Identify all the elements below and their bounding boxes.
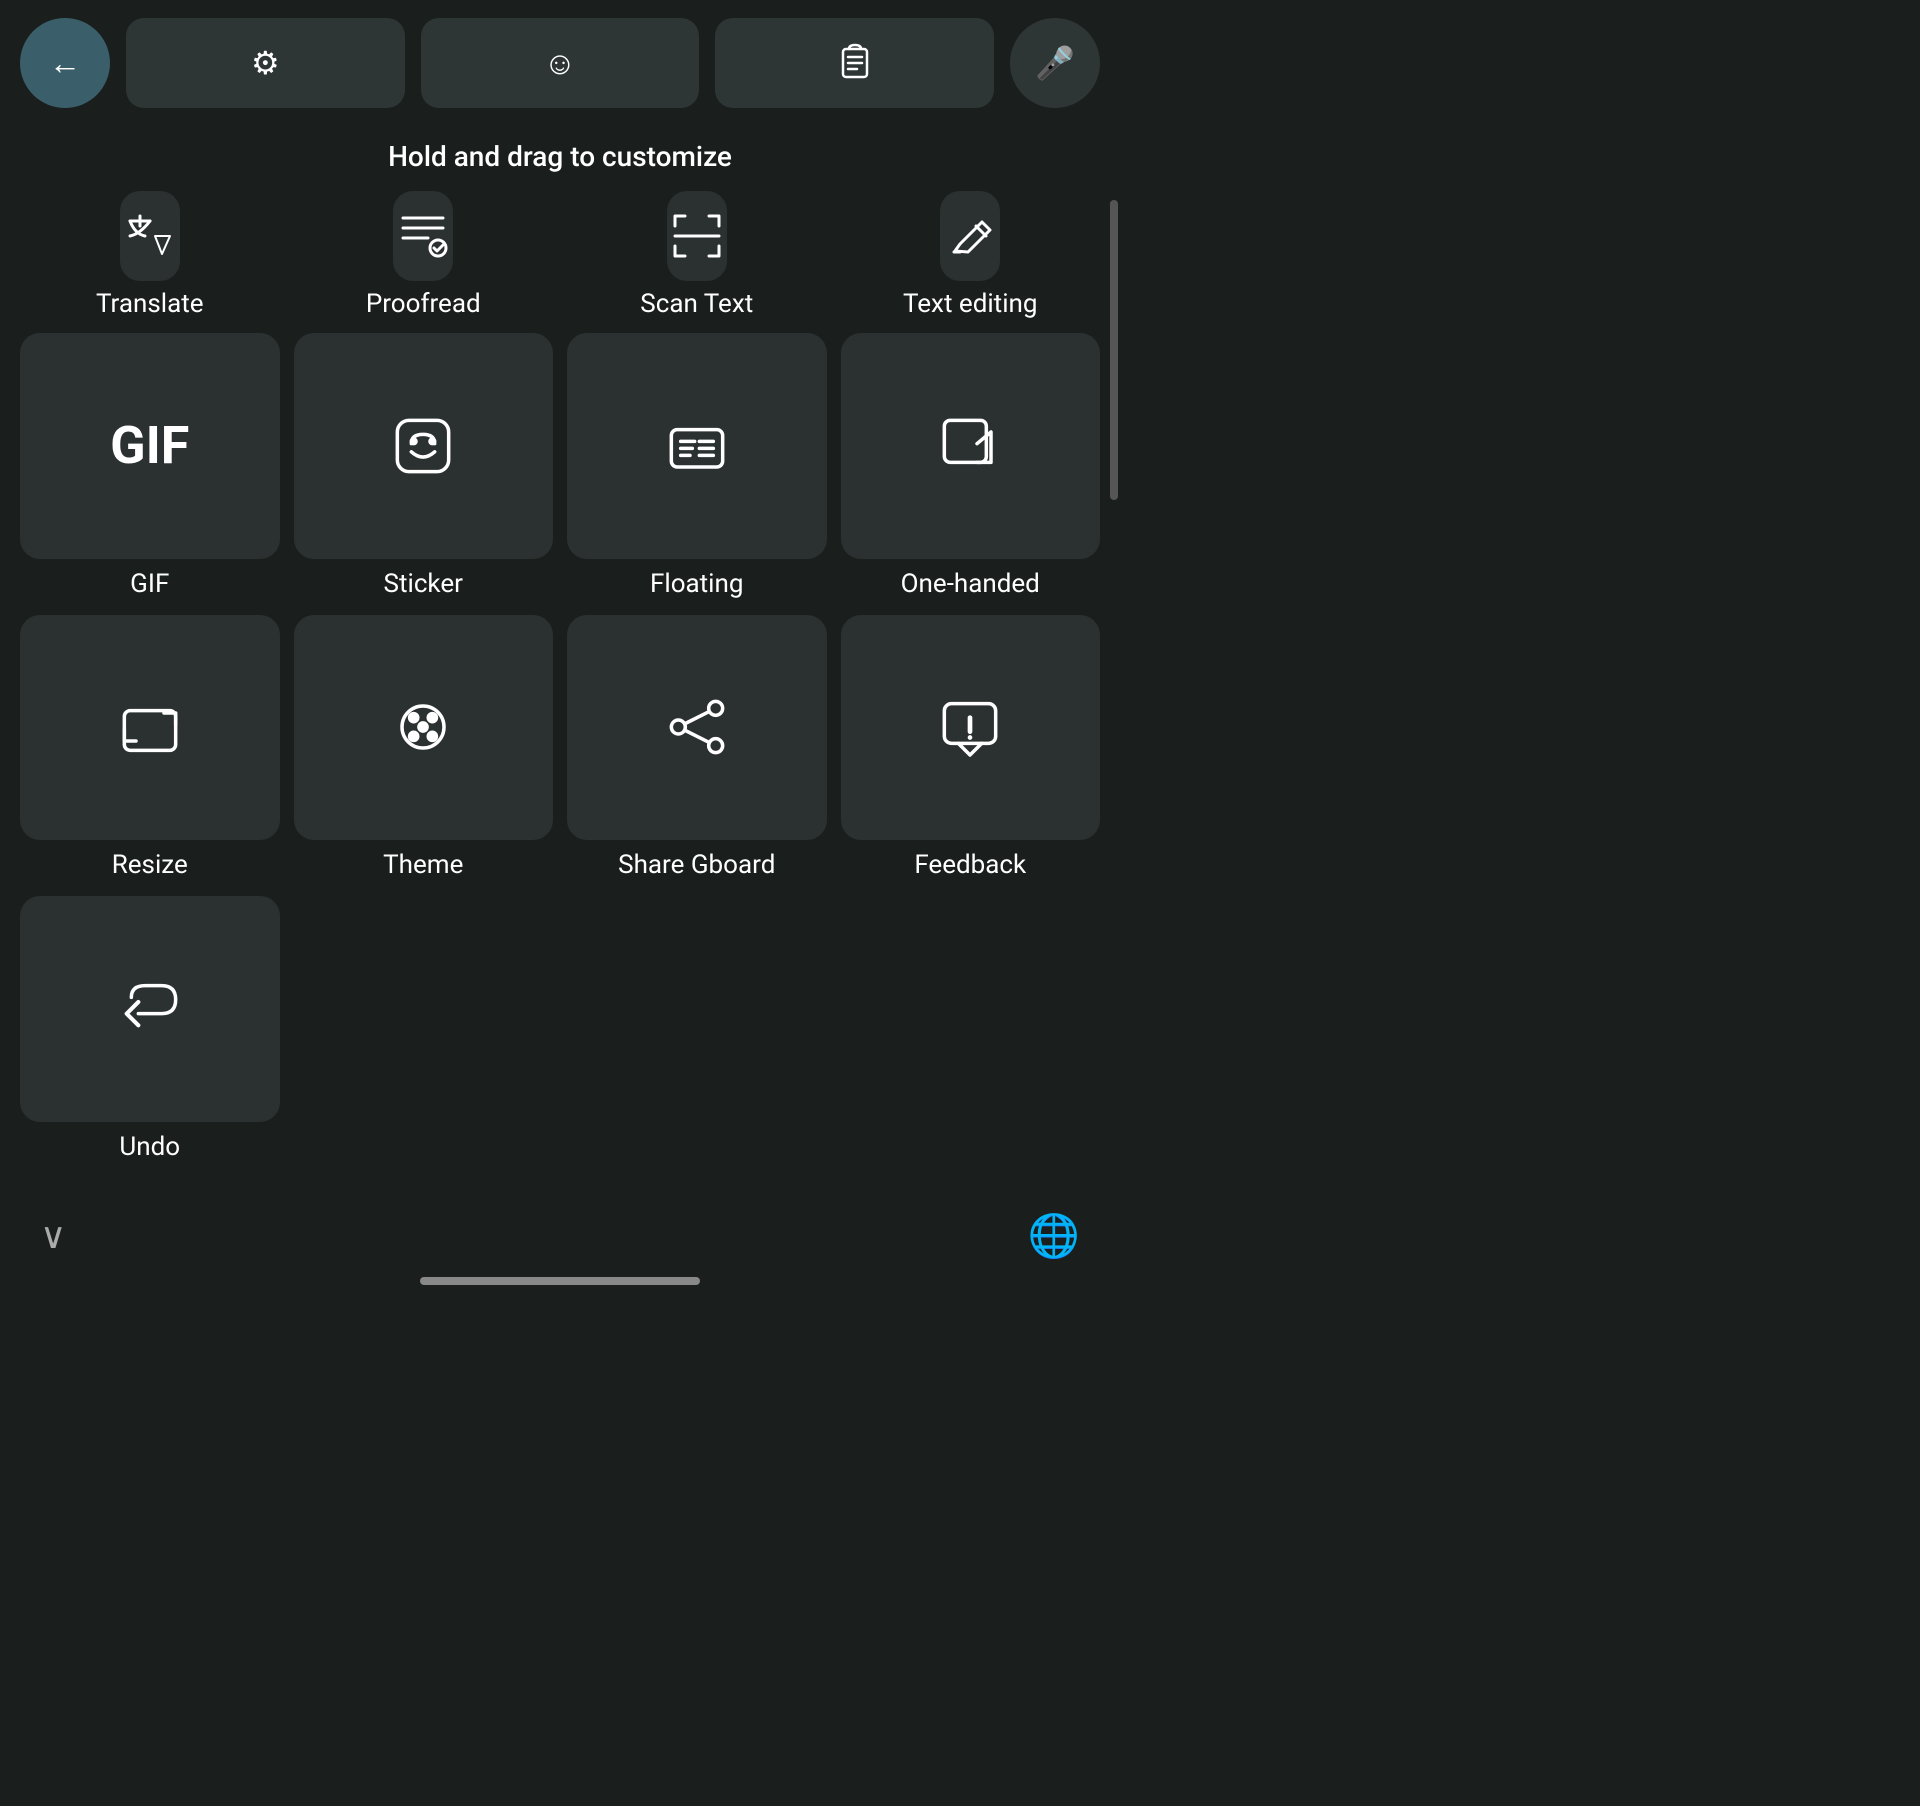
theme-icon [388,692,458,762]
floating-icon [662,411,732,481]
grid-item-translate[interactable]: Translate [20,191,280,325]
one-handed-label: One-handed [901,569,1040,599]
gif-icon: GIF [110,415,189,476]
grid-item-scan-text[interactable]: Scan Text [567,191,827,325]
share-gboard-icon-box [567,615,827,841]
hint-text: Hold and drag to customize [0,126,1120,191]
sticker-icon [388,411,458,481]
mic-icon: 🎤 [1035,44,1075,82]
grid-item-text-editing[interactable]: Text editing [841,191,1101,325]
clipboard-button[interactable] [715,18,994,108]
home-indicator [420,1277,700,1285]
scrollbar-thumb [1110,200,1118,500]
proofread-label: Proofread [366,289,481,325]
resize-icon-box [20,615,280,841]
scan-text-icon [667,206,727,266]
partial-row: Translate Proofread [0,191,1120,325]
one-handed-icon-box [841,333,1101,559]
floating-label: Floating [650,569,743,599]
scrollbar[interactable] [1108,0,1120,1285]
scan-text-label: Scan Text [640,289,753,325]
grid-item-share-gboard[interactable]: Share Gboard [567,615,827,881]
grid-item-feedback[interactable]: Feedback [841,615,1101,881]
settings-icon: ⚙ [251,44,280,82]
proofread-icon-box [393,191,453,281]
emoji-button[interactable]: ☺ [421,18,700,108]
sticker-icon-box [294,333,554,559]
undo-icon [115,974,185,1044]
share-gboard-label: Share Gboard [618,850,775,880]
translate-label: Translate [96,289,204,325]
grid-item-sticker[interactable]: Sticker [294,333,554,599]
feedback-icon-box [841,615,1101,841]
feedback-icon [935,692,1005,762]
grid-item-undo[interactable]: Undo [20,896,280,1162]
theme-label: Theme [383,850,463,880]
floating-icon-box [567,333,827,559]
grid-item-one-handed[interactable]: One-handed [841,333,1101,599]
grid-item-gif[interactable]: GIF GIF [20,333,280,599]
translate-icon-box [120,191,180,281]
grid-item-theme[interactable]: Theme [294,615,554,881]
scan-text-icon-box [667,191,727,281]
grid-item-proofread[interactable]: Proofread [294,191,554,325]
resize-label: Resize [112,850,188,880]
theme-icon-box [294,615,554,841]
grid-item-floating[interactable]: Floating [567,333,827,599]
row-2: Resize Theme [0,615,1120,881]
bottom-bar: ∨ 🌐 [0,1182,1120,1277]
text-editing-label: Text editing [903,289,1037,325]
share-icon [662,692,732,762]
proofread-icon [393,206,453,266]
row-3: Undo [0,896,1120,1162]
grid-item-resize[interactable]: Resize [20,615,280,881]
gif-icon-box: GIF [20,333,280,559]
gif-label: GIF [130,569,169,599]
mic-button[interactable]: 🎤 [1010,18,1100,108]
language-button[interactable]: 🌐 [1028,1212,1080,1261]
top-bar: ← ⚙ ☺ 🎤 [0,0,1120,126]
settings-button[interactable]: ⚙ [126,18,405,108]
text-editing-icon [940,206,1000,266]
undo-label: Undo [119,1132,180,1162]
undo-icon-box [20,896,280,1122]
collapse-button[interactable]: ∨ [40,1215,66,1257]
sticker-label: Sticker [384,569,463,599]
back-button[interactable]: ← [20,18,110,108]
text-editing-icon-box [940,191,1000,281]
resize-icon [115,692,185,762]
translate-icon [120,206,180,266]
row-1: GIF GIF Sticker [0,333,1120,599]
emoji-icon: ☺ [544,44,577,82]
back-icon: ← [49,44,81,82]
one-handed-icon [935,411,1005,481]
feedback-label: Feedback [914,850,1026,880]
clipboard-icon [835,39,875,87]
